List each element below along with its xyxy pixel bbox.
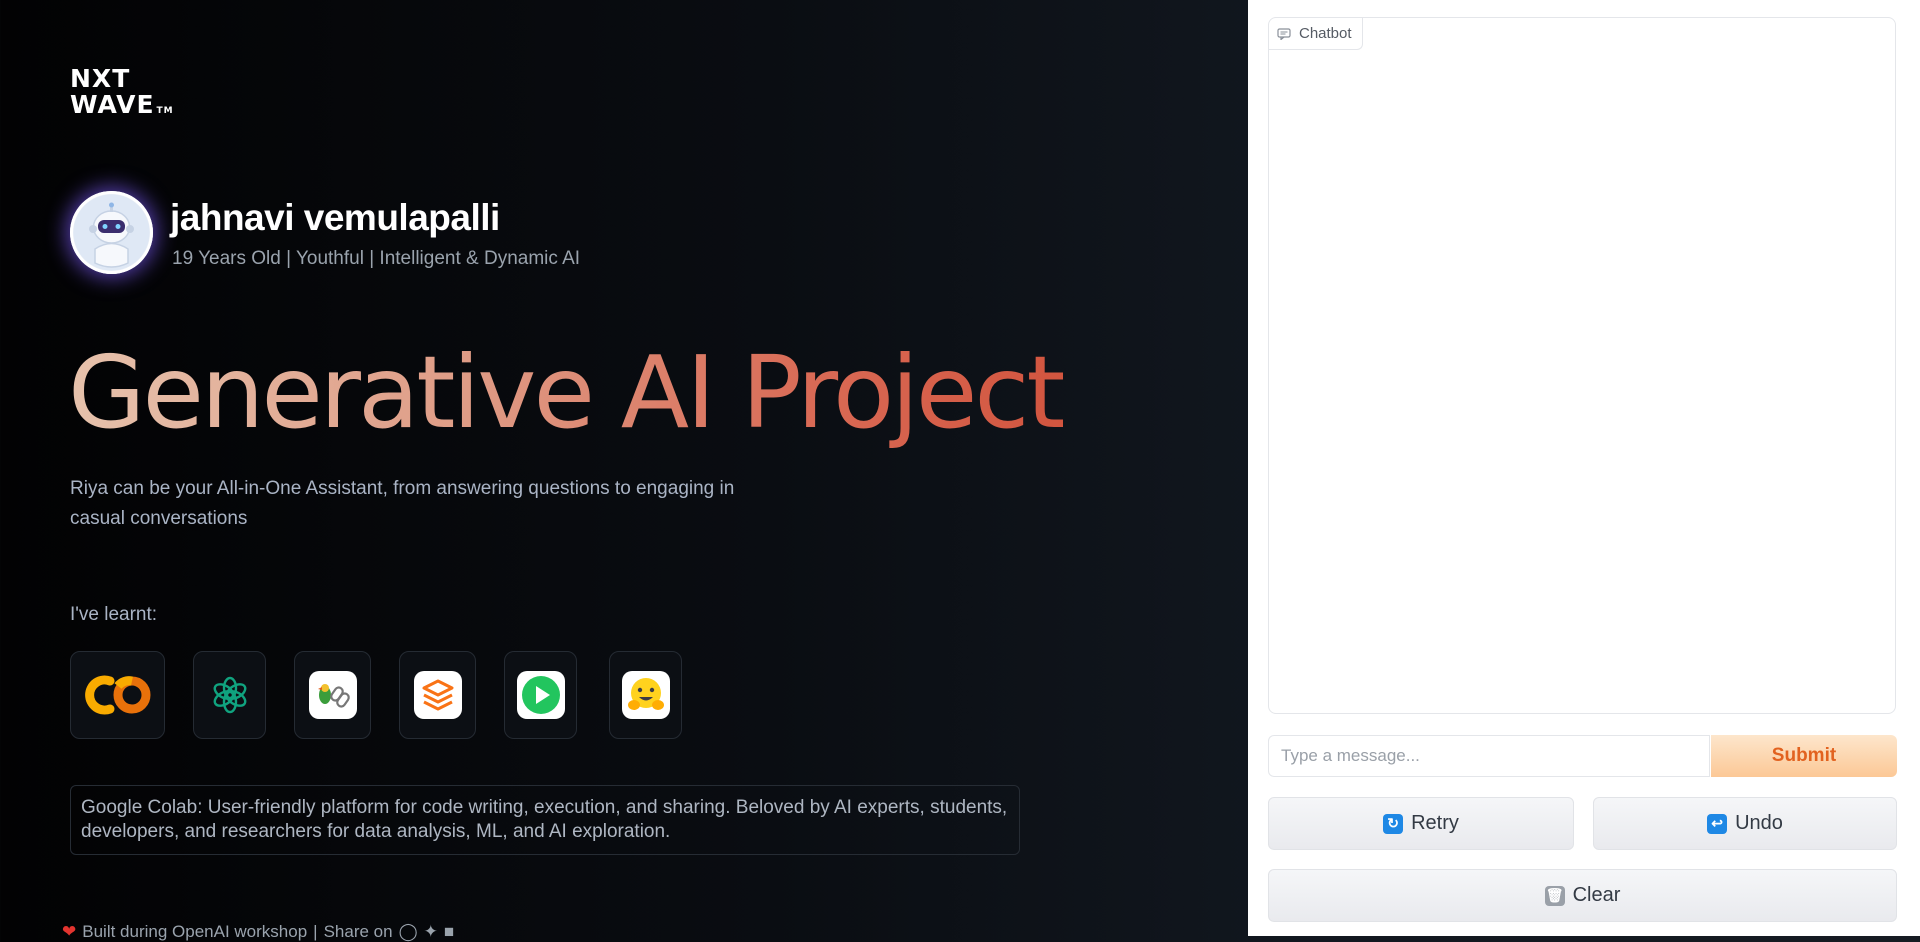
gradio-icon — [413, 671, 462, 719]
footer-divider: | — [313, 922, 318, 941]
undo-button[interactable]: ↩ Undo — [1593, 797, 1897, 850]
tool-description: Google Colab: User-friendly platform for… — [70, 785, 1020, 855]
twitter-icon[interactable]: ✦ — [424, 922, 438, 942]
retry-label: Retry — [1411, 812, 1459, 834]
linkedin-icon[interactable]: ■ — [444, 922, 454, 942]
google-colab-icon — [84, 675, 150, 715]
openai-icon — [213, 676, 246, 714]
tool-langchain[interactable] — [294, 651, 371, 739]
tool-gradio[interactable] — [399, 651, 476, 739]
logo-line2: WAVE TM — [70, 92, 174, 124]
message-row: Submit — [1268, 735, 1897, 777]
page-title: Generative AI Project — [68, 334, 1066, 451]
message-input[interactable] — [1268, 735, 1710, 777]
profile-tagline: 19 Years Old | Youthful | Intelligent & … — [172, 248, 581, 269]
heart-icon: ❤ — [62, 922, 77, 941]
footer-built-text: Built during OpenAI workshop — [82, 922, 308, 941]
chatbot-window[interactable]: Chatbot — [1268, 17, 1896, 714]
play-icon — [516, 671, 565, 719]
chatbot-label: Chatbot — [1269, 18, 1363, 50]
chat-bubble-icon — [1277, 27, 1291, 40]
undo-icon: ↩ — [1707, 813, 1728, 834]
hugging-face-icon — [621, 671, 670, 719]
learnt-label: I've learnt: — [70, 604, 158, 625]
chatbot-label-text: Chatbot — [1299, 25, 1352, 42]
submit-button[interactable]: Submit — [1711, 735, 1897, 777]
robot-avatar-icon — [73, 194, 150, 271]
profile-name: jahnavi vemulapalli — [170, 197, 500, 238]
logo-line1: NXT — [70, 64, 131, 93]
tool-colab[interactable] — [70, 651, 165, 739]
chat-panel: Chatbot Submit ↻ Retry ↩ Undo 🗑 Clear — [1248, 0, 1920, 936]
undo-label: Undo — [1735, 812, 1783, 834]
clear-button[interactable]: 🗑 Clear — [1268, 869, 1897, 922]
hero-description: Riya can be your All-in-One Assistant, f… — [70, 478, 735, 529]
whatsapp-icon[interactable]: ◯ — [399, 922, 418, 942]
clear-label: Clear — [1572, 884, 1621, 906]
profile-panel: NXT WAVE TM jahnavi vemulapalli 19 Years … — [0, 0, 1248, 942]
retry-icon: ↻ — [1383, 813, 1404, 834]
nxtwave-logo: NXT WAVE TM — [70, 66, 174, 124]
trash-icon: 🗑 — [1544, 885, 1565, 906]
footer: ❤ Built during OpenAI workshop | Share o… — [62, 922, 454, 942]
logo-trademark: TM — [156, 106, 174, 116]
tool-openai[interactable] — [193, 651, 266, 739]
avatar — [70, 191, 153, 274]
retry-button[interactable]: ↻ Retry — [1268, 797, 1574, 850]
logo-wordmark: WAVE — [70, 90, 155, 119]
tool-play[interactable] — [504, 651, 577, 739]
tool-hugging-face[interactable] — [609, 651, 682, 739]
langchain-icon — [308, 671, 357, 719]
footer-share-label: Share on — [323, 922, 393, 941]
